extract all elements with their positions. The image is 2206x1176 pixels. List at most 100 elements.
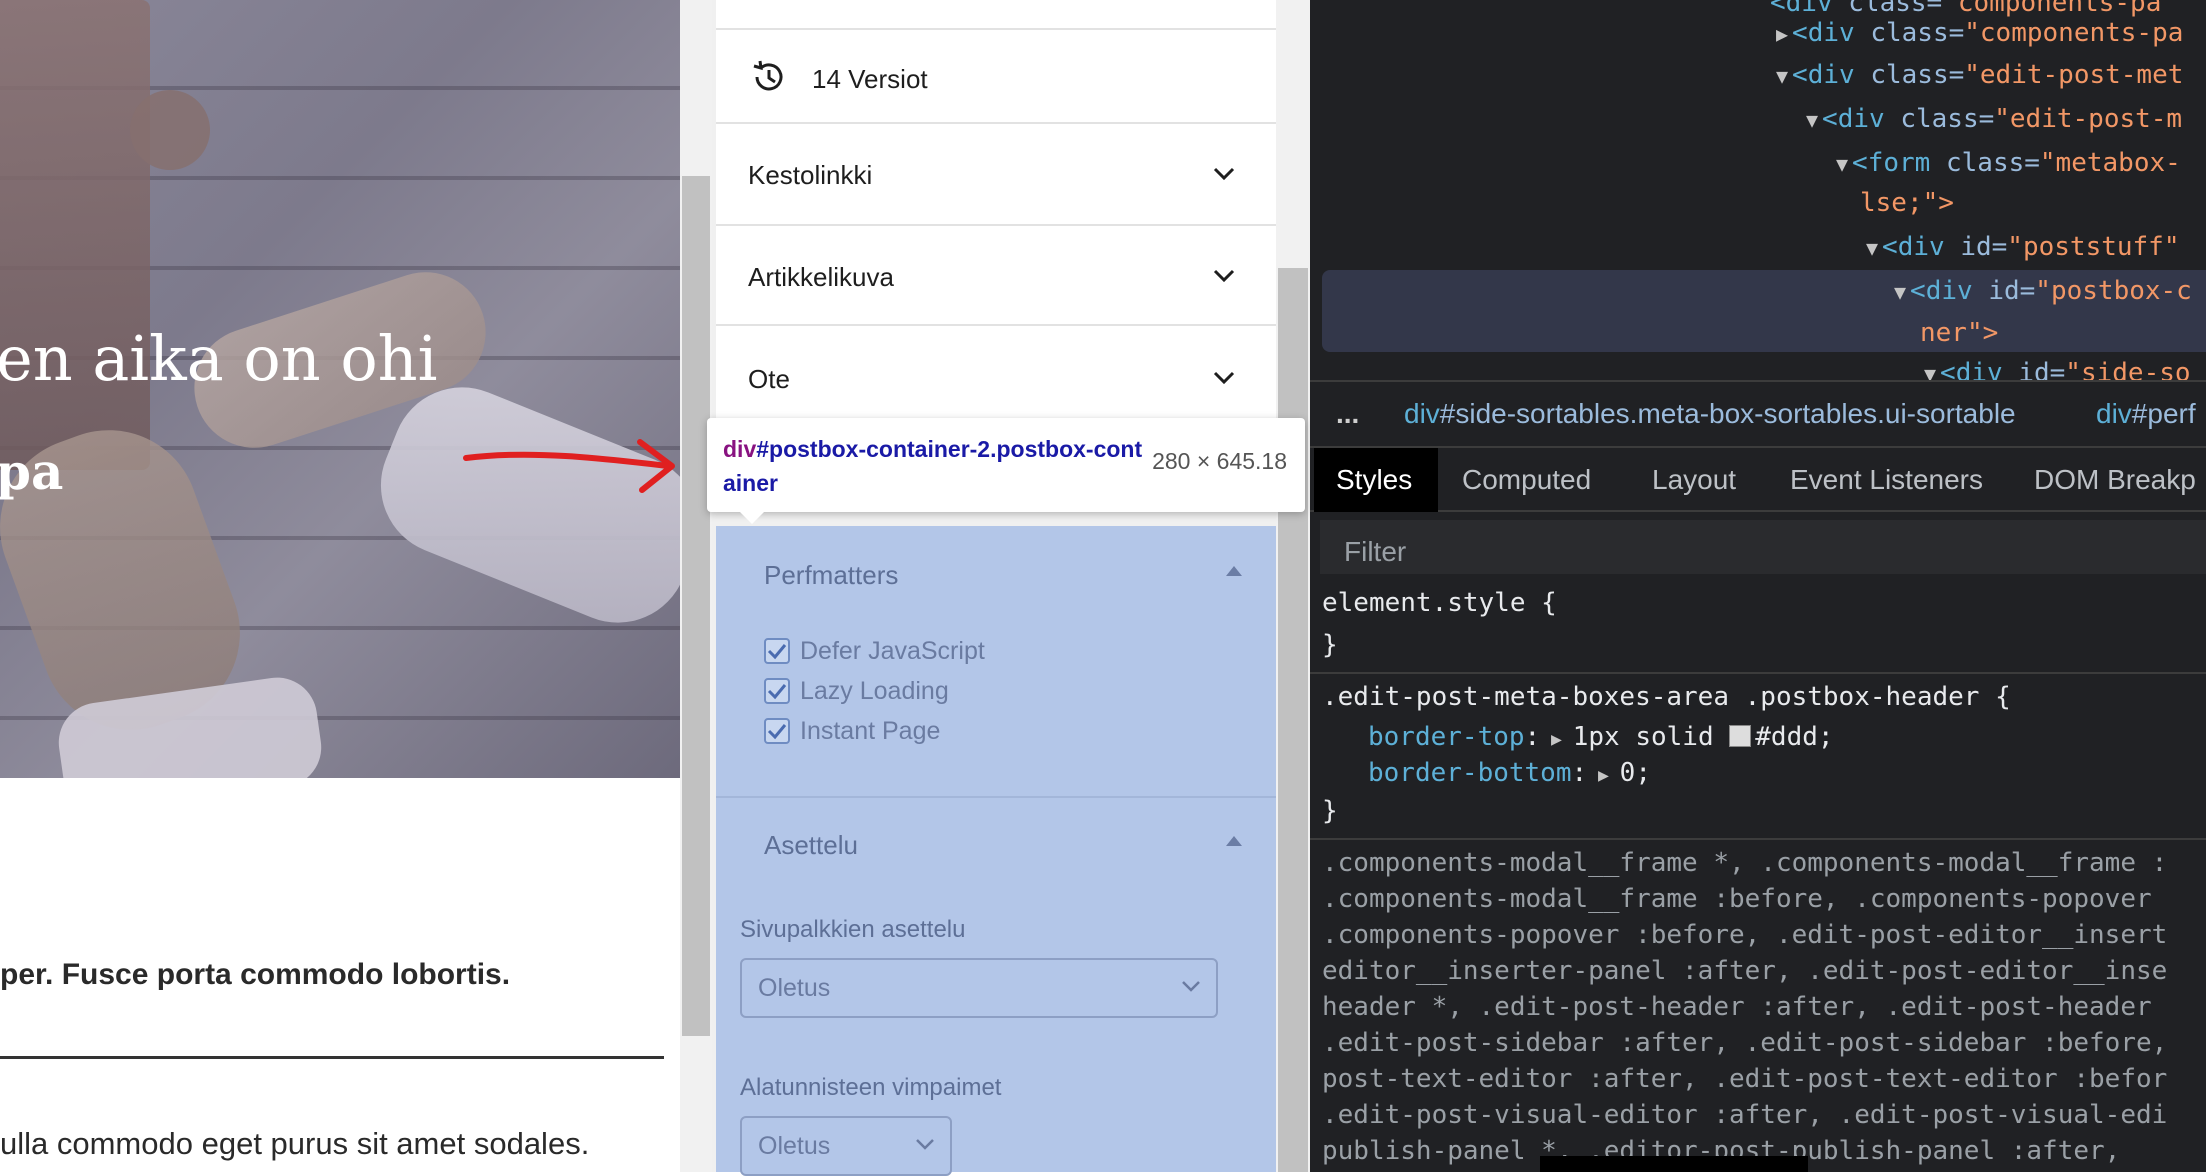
rule-separator (1310, 672, 2206, 674)
tooltip-tail (738, 510, 766, 524)
collapse-triangle-icon[interactable]: ▼ (1836, 152, 1848, 176)
lazy-loading-option[interactable]: Lazy Loading (764, 674, 949, 708)
dom-node[interactable]: ▼ <div class="edit-post-met (1776, 60, 2183, 90)
css-close-brace: } (1322, 796, 1338, 826)
tab-event-listeners[interactable]: Event Listeners (1790, 464, 1983, 496)
panel-label: Ote (748, 364, 790, 394)
sidebar-layout-select[interactable]: Oletus (740, 958, 1218, 1018)
chevron-down-icon (1213, 371, 1235, 385)
tooltip-size: 280 × 645.18 (1152, 448, 1287, 474)
tooltip-id-classes: #postbox-container-2.postbox-container (723, 436, 1143, 496)
paragraph-text[interactable]: per. Fusce porta commodo lobortis. (0, 958, 510, 992)
chevron-down-icon (1182, 981, 1200, 992)
horizontal-scrollbar-thumb[interactable] (1540, 1156, 1808, 1172)
css-selector-line[interactable]: .components-popover :before, .edit-post-… (1322, 920, 2167, 950)
collapse-triangle-icon[interactable]: ▼ (1894, 280, 1906, 304)
dom-node[interactable]: ▶ <div class="components-pa (1776, 18, 2183, 48)
panel-ote[interactable]: Ote (716, 324, 1276, 424)
hero-image: en aika on ohi pa (0, 0, 680, 778)
breadcrumb-item[interactable]: div#perf (2096, 398, 2196, 430)
breadcrumb: ... div#side-sortables.meta-box-sortable… (1310, 384, 2206, 448)
hero-subtitle[interactable]: pa (0, 442, 63, 501)
checkbox-checked[interactable] (764, 638, 790, 664)
dom-node[interactable]: ▼ <form class="metabox- (1836, 148, 2181, 178)
footer-widgets-select[interactable]: Oletus (740, 1116, 952, 1176)
css-selector-line[interactable]: post-text-editor :after, .edit-post-text… (1322, 1064, 2167, 1094)
css-selector-line[interactable]: .edit-post-sidebar :after, .edit-post-si… (1322, 1028, 2167, 1058)
annotation-arrow-icon (463, 439, 675, 493)
filter-input[interactable]: Filter (1320, 520, 2206, 574)
dom-node[interactable]: ▼ <div class="edit-post-m (1806, 104, 2182, 134)
panel-artikkelikuva[interactable]: Artikkelikuva (716, 224, 1276, 326)
panel-kestolinkki[interactable]: Kestolinkki (716, 122, 1276, 224)
tab-styles[interactable]: Styles (1336, 464, 1412, 496)
css-selector-line[interactable]: .components-modal__frame *, .components-… (1322, 848, 2167, 878)
dom-node[interactable]: ▼ <div id="side-so (1924, 358, 2191, 380)
dom-node-continuation[interactable]: lse;"> (1860, 188, 1954, 218)
expand-triangle-icon[interactable]: ▶ (1776, 22, 1788, 46)
checkmark-icon (767, 684, 787, 700)
css-selector-line[interactable]: editor__inserter-panel :after, .edit-pos… (1322, 956, 2167, 986)
chevron-down-icon (1213, 269, 1235, 283)
styles-filter: Filter (1310, 512, 2206, 580)
instant-page-option[interactable]: Instant Page (764, 714, 940, 748)
tab-dom-breakpoints[interactable]: DOM Breakp (2034, 464, 2196, 496)
collapse-caret-icon[interactable] (1226, 836, 1242, 846)
history-icon (753, 60, 783, 91)
sidebar-scrollbar-thumb[interactable] (1278, 268, 1308, 1172)
tab-computed[interactable]: Computed (1462, 464, 1591, 496)
css-selector-line[interactable]: .components-modal__frame :before, .compo… (1322, 884, 2152, 914)
collapse-caret-icon[interactable] (1226, 566, 1242, 576)
panel-label: Artikkelikuva (748, 262, 894, 292)
collapse-triangle-icon[interactable]: ▼ (1924, 362, 1936, 380)
css-selector-line[interactable]: .edit-post-visual-editor :after, .edit-p… (1322, 1100, 2167, 1130)
dom-node-selected[interactable]: ▼ <div id="postbox-c (1894, 276, 2192, 306)
checkbox-checked[interactable] (764, 718, 790, 744)
filter-placeholder: Filter (1344, 536, 1407, 567)
defer-javascript-option[interactable]: Defer JavaScript (764, 634, 985, 668)
chevron-down-icon (916, 1139, 934, 1150)
css-rule-selector[interactable]: element.style { (1322, 588, 1557, 618)
dom-node[interactable]: <div class="components-pa (1770, 0, 2161, 18)
css-declaration[interactable]: border-top: ▶ 1px solid #ddd; (1368, 722, 1834, 752)
revisions-label: 14 Versiot (812, 64, 928, 94)
separator (0, 1056, 664, 1059)
hero-title[interactable]: en aika on ohi (0, 322, 437, 395)
checkbox-checked[interactable] (764, 678, 790, 704)
asettelu-title[interactable]: Asettelu (764, 830, 858, 861)
perfmatters-title[interactable]: Perfmatters (764, 560, 898, 591)
inspector-tooltip: div#postbox-container-2.postbox-containe… (707, 418, 1305, 512)
checkmark-icon (767, 644, 787, 660)
collapse-triangle-icon[interactable]: ▼ (1866, 236, 1878, 260)
canvas-scrollbar-thumb[interactable] (682, 176, 710, 1036)
tab-layout[interactable]: Layout (1652, 464, 1736, 496)
css-declaration[interactable]: border-bottom: ▶ 0; (1368, 758, 1651, 788)
sleeve-image (359, 366, 680, 644)
css-close-brace: } (1322, 630, 1338, 660)
rule-separator (1310, 838, 2206, 840)
tooltip-tag: div (723, 436, 757, 462)
color-swatch[interactable] (1729, 725, 1752, 747)
chevron-down-icon (1213, 167, 1235, 181)
devtools-tabs: Styles Computed Layout Event Listeners D… (1310, 446, 2206, 512)
select-value: Oletus (758, 974, 831, 1002)
breadcrumb-overflow-icon[interactable]: ... (1336, 398, 1359, 430)
breadcrumb-item[interactable]: div#side-sortables.meta-box-sortables.ui… (1404, 398, 2016, 430)
postbox-container-highlight[interactable]: Perfmatters Defer JavaScript Lazy Loadin… (716, 526, 1276, 1176)
panel-top-fragment (716, 0, 1276, 28)
tooltip-selector: div#postbox-container-2.postbox-containe… (723, 432, 1143, 500)
collapse-triangle-icon[interactable]: ▼ (1806, 108, 1818, 132)
css-selector-line[interactable]: header *, .edit-post-header :after, .edi… (1322, 992, 2152, 1022)
footer-widgets-label: Alatunnisteen vimpaimet (740, 1074, 1002, 1101)
checkbox-label: Lazy Loading (800, 676, 949, 705)
collapse-triangle-icon[interactable]: ▼ (1776, 64, 1788, 88)
checkmark-icon (767, 724, 787, 740)
dom-node[interactable]: ▼ <div id="poststuff" (1866, 232, 2179, 262)
revisions-panel[interactable]: 14 Versiot (716, 28, 1276, 124)
panel-label: Kestolinkki (748, 160, 873, 190)
css-rule-selector[interactable]: .edit-post-meta-boxes-area .postbox-head… (1322, 682, 2011, 712)
panel-separator (716, 796, 1276, 798)
paragraph-text[interactable]: ulla commodo eget purus sit amet sodales… (0, 1126, 589, 1162)
puzzle-knob-image (130, 90, 210, 170)
dom-node-continuation[interactable]: ner"> (1920, 318, 1998, 348)
